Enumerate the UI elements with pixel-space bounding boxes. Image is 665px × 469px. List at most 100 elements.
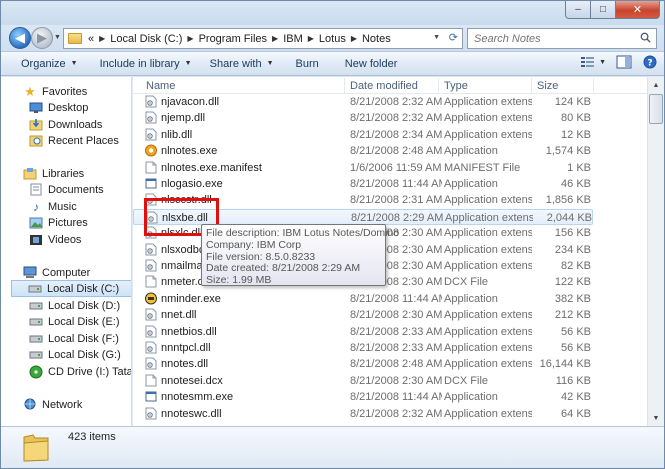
- file-name: njemp.dll: [161, 112, 206, 125]
- scrollbar-thumb[interactable]: [649, 94, 663, 124]
- forward-button[interactable]: ▶: [31, 27, 53, 49]
- back-button[interactable]: ◀: [9, 27, 31, 49]
- column-divider[interactable]: [531, 78, 532, 93]
- title-bar[interactable]: – □ ✕: [1, 1, 664, 25]
- new-folder-button[interactable]: New folder: [337, 53, 406, 74]
- refresh-icon[interactable]: ⟳: [449, 31, 458, 44]
- crumb-ibm[interactable]: IBM: [283, 33, 303, 45]
- chevron-right-icon[interactable]: ▶: [351, 34, 357, 43]
- column-date-modified[interactable]: Date modified: [350, 80, 418, 92]
- breadcrumb-overflow[interactable]: «: [88, 33, 94, 45]
- maximize-button[interactable]: □: [591, 1, 616, 19]
- file-size: 46 KB: [561, 178, 591, 190]
- explorer-window: – □ ✕ ◀ ▶ ▼ « ▶ Local Disk (C:) ▶ Progra…: [0, 0, 665, 469]
- crumb-notes[interactable]: Notes: [362, 33, 391, 45]
- file-size: 122 KB: [554, 276, 591, 289]
- column-divider[interactable]: [593, 78, 594, 93]
- share-with-button[interactable]: Share with ▼: [202, 53, 282, 74]
- file-row[interactable]: nnntpcl.dll 8/21/2008 2:33 AM Application …: [133, 340, 593, 356]
- chevron-right-icon[interactable]: ▶: [99, 34, 105, 43]
- help-icon[interactable]: ?: [642, 55, 658, 69]
- preview-pane-icon[interactable]: [616, 55, 632, 69]
- crumb-lotus[interactable]: Lotus: [319, 33, 346, 45]
- column-type[interactable]: Type: [444, 80, 468, 92]
- file-size: 1,856 KB: [545, 194, 591, 207]
- file-row[interactable]: nnotesei.dcx 8/21/2008 2:30 AM DCX File 116…: [133, 373, 593, 389]
- dll-file-icon: [145, 259, 157, 272]
- vertical-scrollbar[interactable]: ▲ ▼: [647, 77, 664, 426]
- file-type: Application: [444, 145, 498, 158]
- file-row[interactable]: njavacon.dll 8/21/2008 2:32 AM Application…: [133, 94, 593, 110]
- file-row[interactable]: nminder.exe 8/21/2008 11:44 AM Application…: [133, 291, 593, 307]
- file-date-modified: 1/6/2006 11:59 AM: [350, 161, 442, 174]
- file-row[interactable]: njemp.dll 8/21/2008 2:32 AM Application ex…: [133, 110, 593, 126]
- file-name: nlnotes.exe: [161, 145, 218, 158]
- nav-cd-drive-i[interactable]: CD Drive (I:) Tata Ph: [29, 363, 131, 380]
- address-dropdown-icon[interactable]: ▼: [433, 34, 440, 41]
- nav-pictures[interactable]: Pictures: [29, 214, 131, 231]
- file-row[interactable]: nnotes.dll 8/21/2008 2:48 AM Application e…: [133, 356, 593, 372]
- file-row[interactable]: nnetbios.dll 8/21/2008 2:33 AM Application…: [133, 324, 593, 340]
- file-type: Application: [444, 391, 498, 404]
- recent-pages-dropdown-icon[interactable]: ▼: [54, 34, 61, 41]
- search-box: [467, 28, 657, 49]
- file-row[interactable]: nlogasio.exe 8/21/2008 11:44 AM Applicatio…: [133, 176, 593, 192]
- column-name[interactable]: Name: [146, 80, 175, 92]
- organize-button[interactable]: Organize ▼: [13, 53, 86, 74]
- file-row[interactable]: nnoteswc.dll 8/21/2008 2:32 AM Application…: [133, 406, 593, 422]
- file-tooltip: File description: IBM Lotus Notes/Domino…: [201, 224, 399, 286]
- file-date-modified: 8/21/2008 2:33 AM: [350, 325, 442, 338]
- file-file-icon: [145, 161, 157, 174]
- file-row[interactable]: nlnotes.exe.manifest 1/6/2006 11:59 AM MAN…: [133, 160, 593, 176]
- close-button[interactable]: ✕: [616, 1, 660, 19]
- file-row[interactable]: nnotesmm.exe 8/21/2008 11:44 AM Applicatio…: [133, 389, 593, 405]
- nav-local-disk-c-label: Local Disk (C:): [47, 282, 120, 295]
- chevron-right-icon[interactable]: ▶: [187, 34, 193, 43]
- nav-desktop[interactable]: Desktop: [29, 99, 131, 116]
- notes-file-icon: [145, 144, 157, 157]
- nav-computer[interactable]: Computer: [23, 264, 131, 281]
- crumb-local-disk[interactable]: Local Disk (C:): [110, 33, 182, 45]
- search-icon[interactable]: [640, 32, 651, 43]
- nav-local-disk-c[interactable]: Local Disk (C:): [11, 280, 131, 297]
- column-divider[interactable]: [344, 78, 345, 93]
- chevron-right-icon[interactable]: ▶: [308, 34, 314, 43]
- include-in-library-button[interactable]: Include in library ▼: [92, 53, 200, 74]
- file-size: 212 KB: [554, 309, 591, 322]
- scroll-up-icon[interactable]: ▲: [648, 77, 664, 93]
- nav-favorites[interactable]: ★ Favorites: [23, 83, 131, 100]
- column-divider[interactable]: [438, 78, 439, 93]
- address-bar[interactable]: « ▶ Local Disk (C:) ▶ Program Files ▶ IB…: [63, 28, 463, 49]
- nav-recent-places[interactable]: Recent Places: [29, 132, 131, 149]
- nav-local-disk-g[interactable]: Local Disk (G:): [29, 346, 131, 363]
- search-input[interactable]: [474, 32, 634, 45]
- nav-music[interactable]: ♪ Music: [29, 198, 131, 215]
- nav-downloads[interactable]: Downloads: [29, 116, 131, 133]
- nav-local-disk-d[interactable]: Local Disk (D:): [29, 297, 131, 314]
- new-folder-label: New folder: [344, 57, 398, 70]
- burn-button[interactable]: Burn: [288, 53, 327, 74]
- chevron-right-icon[interactable]: ▶: [272, 34, 278, 43]
- file-size: 12 KB: [561, 128, 591, 141]
- file-row[interactable]: nlnotes.exe 8/21/2008 2:48 AM Application 1…: [133, 143, 593, 159]
- file-row[interactable]: nnet.dll 8/21/2008 2:30 AM Application ext…: [133, 307, 593, 323]
- view-dropdown-icon[interactable]: ▼: [599, 59, 606, 66]
- change-view-icon[interactable]: [580, 55, 596, 69]
- minimize-button[interactable]: –: [565, 1, 591, 19]
- crumb-program-files[interactable]: Program Files: [199, 33, 267, 45]
- file-date-modified: 8/21/2008 2:33 AM: [350, 342, 442, 354]
- file-name: nlogasio.exe: [161, 178, 223, 190]
- nav-network[interactable]: Network: [23, 396, 131, 413]
- nav-local-disk-e[interactable]: Local Disk (E:): [29, 313, 131, 330]
- nav-libraries[interactable]: Libraries: [23, 165, 131, 182]
- column-size[interactable]: Size: [537, 80, 558, 92]
- scroll-down-icon[interactable]: ▼: [648, 410, 664, 426]
- nav-videos-label: Videos: [48, 233, 82, 246]
- computer-icon: [23, 266, 37, 280]
- file-date-modified: 8/21/2008 2:32 AM: [350, 407, 442, 420]
- nav-local-disk-f[interactable]: Local Disk (F:): [29, 330, 131, 347]
- drive-icon: [29, 299, 43, 313]
- nav-videos[interactable]: Videos: [29, 231, 131, 248]
- file-row[interactable]: nlib.dll 8/21/2008 2:34 AM Application ext…: [133, 127, 593, 143]
- nav-documents[interactable]: Documents: [29, 181, 131, 198]
